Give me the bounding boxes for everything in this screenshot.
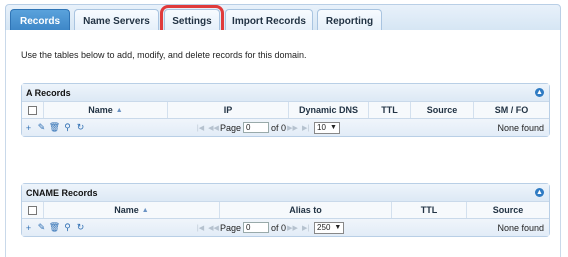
col-label: Source bbox=[492, 205, 524, 215]
page-input[interactable]: 0 bbox=[243, 122, 270, 133]
col-label: Name bbox=[114, 205, 139, 215]
next-page-icon[interactable]: ▶▶ bbox=[286, 224, 299, 232]
first-page-icon[interactable]: |◀ bbox=[194, 224, 207, 232]
grid-title-text: CNAME Records bbox=[26, 187, 98, 198]
a-records-pager: + ✎ 🗑 ⚲ ↻ |◀ ◀◀ Page 0 of 0 ▶▶ ▶| 10 ▼ No… bbox=[22, 119, 549, 136]
col-dynamic-dns[interactable]: Dynamic DNS bbox=[289, 102, 369, 118]
page-controls: |◀ ◀◀ Page 0 of 0 ▶▶ ▶| 250 ▼ bbox=[194, 221, 345, 234]
chevron-down-icon: ▼ bbox=[329, 124, 337, 131]
prev-page-icon[interactable]: ◀◀ bbox=[207, 224, 220, 232]
col-name[interactable]: Name ▲ bbox=[44, 202, 220, 218]
trash-icon[interactable]: 🗑 bbox=[48, 122, 61, 133]
select-all-cell bbox=[22, 102, 44, 118]
col-name[interactable]: Name ▲ bbox=[44, 102, 168, 118]
col-source[interactable]: Source bbox=[467, 202, 549, 218]
col-label: SM / FO bbox=[494, 105, 529, 115]
select-all-checkbox[interactable] bbox=[28, 205, 37, 215]
search-icon[interactable]: ⚲ bbox=[61, 122, 74, 133]
per-page-select[interactable]: 10 ▼ bbox=[314, 121, 340, 134]
cname-records-grid: CNAME Records ▲ Name ▲ Alias to TTL Sourc… bbox=[21, 183, 550, 237]
col-source[interactable]: Source bbox=[411, 102, 474, 118]
col-label: TTL bbox=[381, 105, 398, 115]
col-label: Dynamic DNS bbox=[298, 105, 359, 115]
prev-page-icon[interactable]: ◀◀ bbox=[207, 124, 220, 132]
col-label: Alias to bbox=[289, 205, 322, 215]
search-icon[interactable]: ⚲ bbox=[61, 222, 74, 233]
collapse-icon[interactable]: ▲ bbox=[535, 188, 544, 197]
page-count: of 0 bbox=[271, 122, 287, 133]
col-sm-fo[interactable]: SM / FO bbox=[474, 102, 549, 118]
select-all-cell bbox=[22, 202, 44, 218]
pencil-icon[interactable]: ✎ bbox=[35, 222, 48, 233]
trash-icon[interactable]: 🗑 bbox=[48, 222, 61, 233]
col-alias-to[interactable]: Alias to bbox=[220, 202, 392, 218]
next-page-icon[interactable]: ▶▶ bbox=[286, 124, 299, 132]
per-page-value: 10 bbox=[317, 123, 326, 132]
plus-icon[interactable]: + bbox=[22, 223, 35, 233]
page-label: Page bbox=[220, 122, 242, 133]
cname-records-title: CNAME Records ▲ bbox=[22, 184, 549, 202]
sort-icon: ▲ bbox=[115, 106, 123, 114]
col-ttl[interactable]: TTL bbox=[392, 202, 467, 218]
page-controls: |◀ ◀◀ Page 0 of 0 ▶▶ ▶| 10 ▼ bbox=[194, 121, 340, 134]
sort-icon: ▲ bbox=[141, 206, 149, 214]
tab-bar: Records Name Servers Settings Import Rec… bbox=[5, 4, 561, 37]
intro-text: Use the tables below to add, modify, and… bbox=[21, 50, 307, 60]
a-records-title: A Records ▲ bbox=[22, 84, 549, 102]
refresh-icon[interactable]: ↻ bbox=[74, 122, 87, 133]
per-page-value: 250 bbox=[317, 223, 331, 232]
status-text: None found bbox=[497, 122, 544, 133]
page-input[interactable]: 0 bbox=[243, 222, 270, 233]
first-page-icon[interactable]: |◀ bbox=[194, 124, 207, 132]
col-label: TTL bbox=[420, 205, 438, 215]
col-label: IP bbox=[223, 105, 233, 115]
grid-title-text: A Records bbox=[26, 87, 71, 98]
col-label: Source bbox=[426, 105, 458, 115]
refresh-icon[interactable]: ↻ bbox=[74, 222, 87, 233]
col-ip[interactable]: IP bbox=[168, 102, 289, 118]
collapse-icon[interactable]: ▲ bbox=[535, 88, 544, 97]
page-label: Page bbox=[220, 222, 242, 233]
cname-records-pager: + ✎ 🗑 ⚲ ↻ |◀ ◀◀ Page 0 of 0 ▶▶ ▶| 250 ▼ N… bbox=[22, 219, 549, 236]
status-text: None found bbox=[497, 222, 544, 233]
a-records-grid: A Records ▲ Name ▲ IP Dynamic DNS TTL Sou… bbox=[21, 83, 550, 137]
pencil-icon[interactable]: ✎ bbox=[35, 122, 48, 133]
select-all-checkbox[interactable] bbox=[28, 105, 37, 115]
col-ttl[interactable]: TTL bbox=[369, 102, 411, 118]
a-records-header: Name ▲ IP Dynamic DNS TTL Source SM / FO bbox=[22, 102, 549, 119]
last-page-icon[interactable]: ▶| bbox=[299, 124, 312, 132]
last-page-icon[interactable]: ▶| bbox=[299, 224, 312, 232]
per-page-select[interactable]: 250 ▼ bbox=[314, 221, 345, 234]
page-count: of 0 bbox=[271, 222, 287, 233]
plus-icon[interactable]: + bbox=[22, 123, 35, 133]
cname-records-header: Name ▲ Alias to TTL Source bbox=[22, 202, 549, 219]
chevron-down-icon: ▼ bbox=[334, 224, 342, 231]
col-label: Name bbox=[88, 105, 113, 115]
